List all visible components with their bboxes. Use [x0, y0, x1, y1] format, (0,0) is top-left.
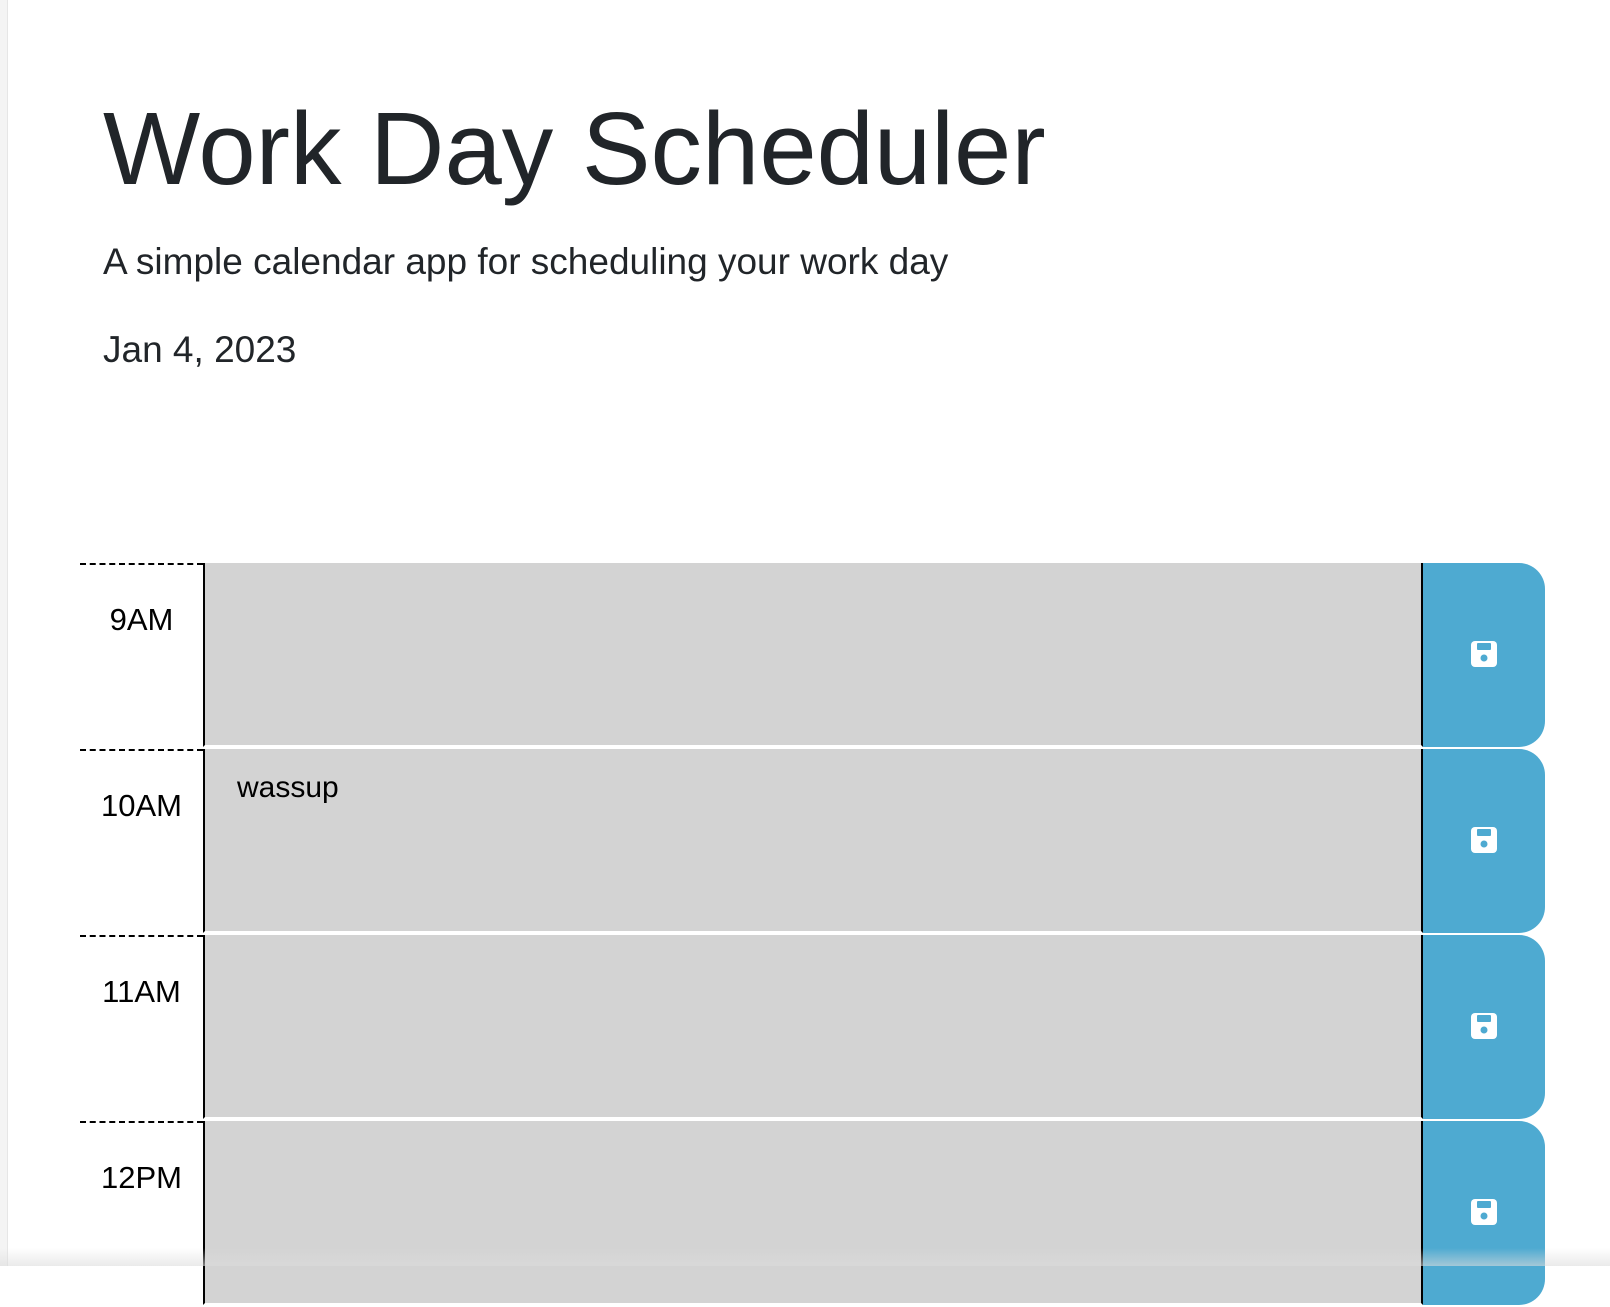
- save-button[interactable]: [1423, 563, 1545, 747]
- save-icon: [1469, 825, 1499, 858]
- event-description-input[interactable]: [203, 935, 1423, 1119]
- hour-label: 11AM: [80, 935, 203, 1121]
- save-button[interactable]: [1423, 935, 1545, 1119]
- time-block-row: 10AM wassup: [80, 749, 1550, 935]
- page-header: Work Day Scheduler A simple calendar app…: [103, 92, 1403, 371]
- save-icon: [1469, 639, 1499, 672]
- current-date: Jan 4, 2023: [103, 329, 297, 371]
- save-icon: [1469, 1011, 1499, 1044]
- save-button[interactable]: [1423, 749, 1545, 933]
- event-description-input[interactable]: [203, 563, 1423, 747]
- time-block-row: 9AM: [80, 563, 1550, 749]
- schedule-container: 9AM 10AM wassup 11AM 12PM: [80, 563, 1550, 1307]
- hour-label: 9AM: [80, 563, 203, 749]
- save-icon: [1469, 1197, 1499, 1230]
- page-left-edge: [0, 0, 8, 1266]
- event-description-input[interactable]: [203, 1121, 1423, 1305]
- hour-label: 12PM: [80, 1121, 203, 1307]
- time-block-row: 12PM: [80, 1121, 1550, 1307]
- hour-label: 10AM: [80, 749, 203, 935]
- event-description-input[interactable]: wassup: [203, 749, 1423, 933]
- page-title: Work Day Scheduler: [103, 91, 1046, 206]
- page-subtitle: A simple calendar app for scheduling you…: [103, 241, 949, 283]
- time-block-row: 11AM: [80, 935, 1550, 1121]
- save-button[interactable]: [1423, 1121, 1545, 1305]
